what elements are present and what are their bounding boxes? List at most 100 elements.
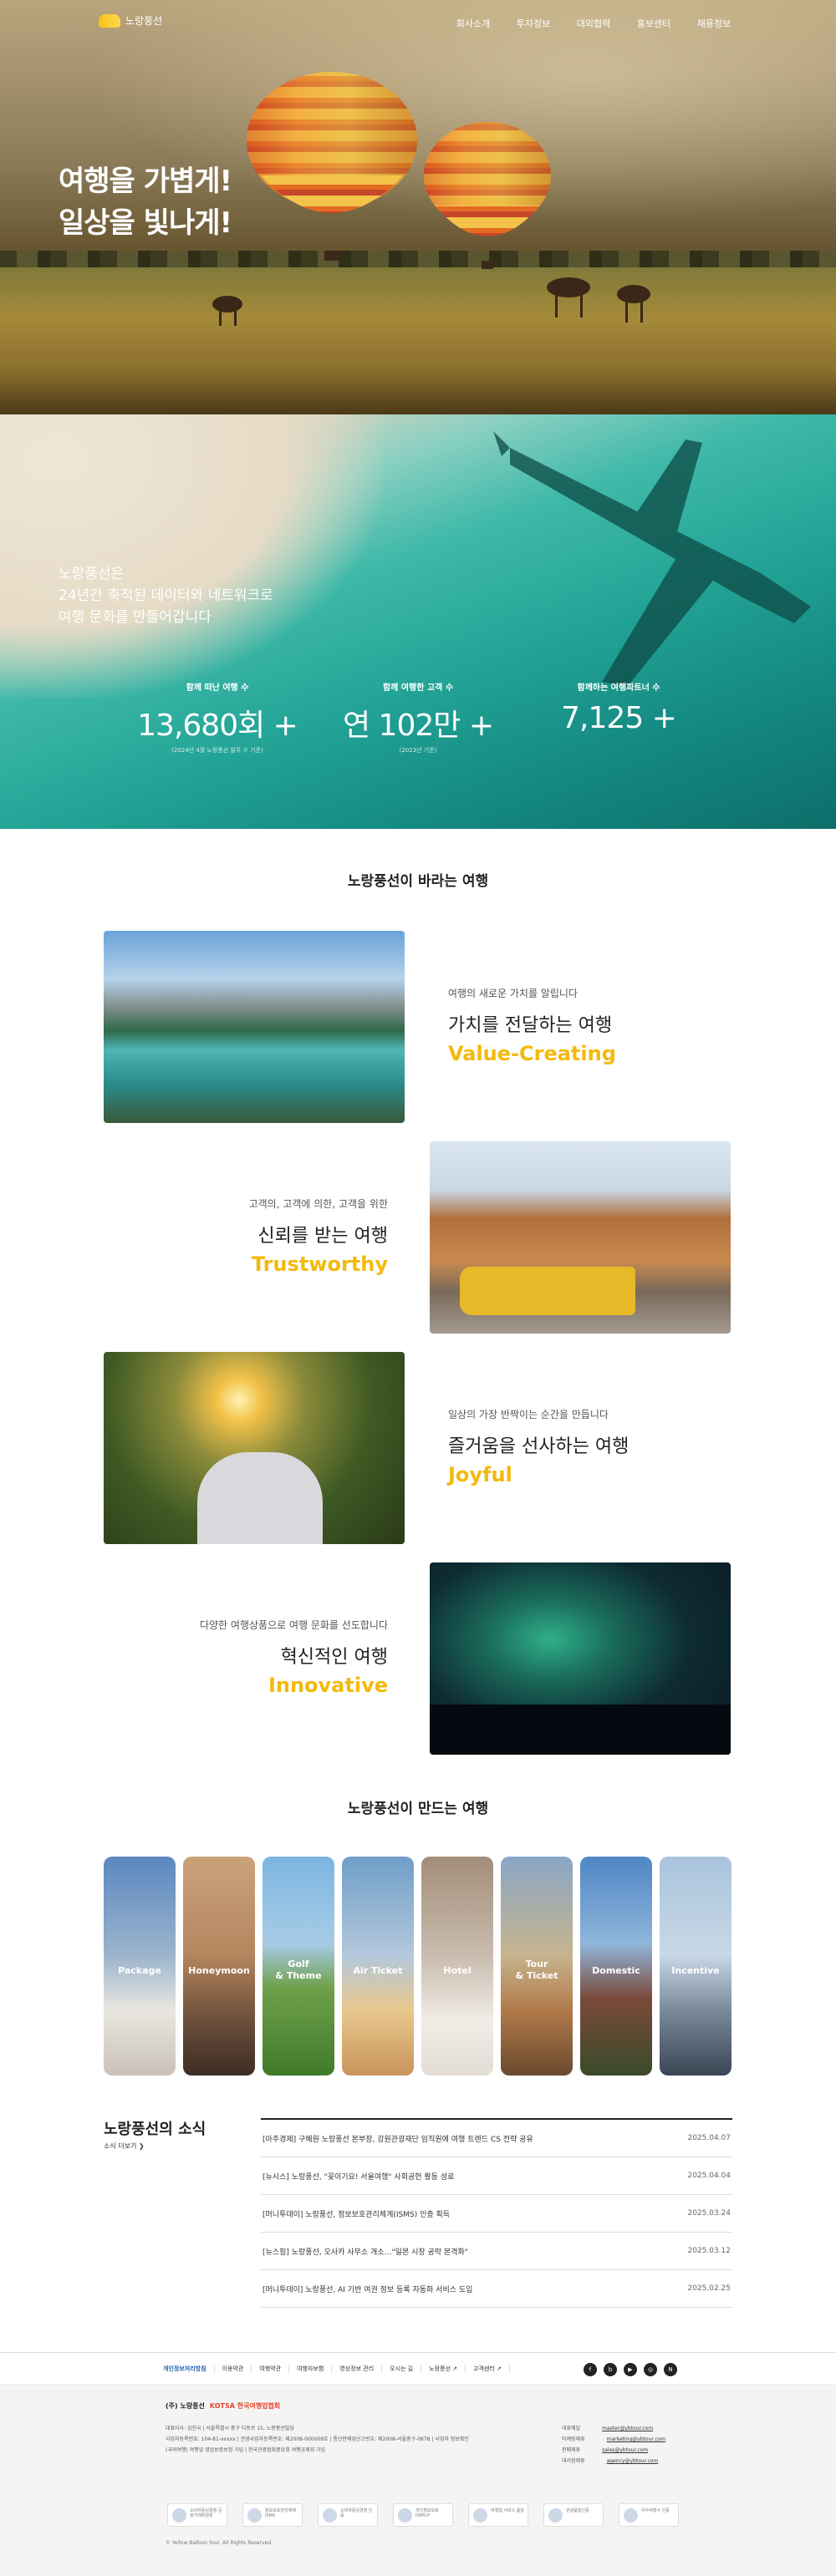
value-creating-image (104, 931, 405, 1123)
product-label: Tour & Ticket (515, 1959, 558, 1981)
contact-email[interactable]: agency@ybtour.com (607, 2456, 659, 2467)
contact-email[interactable]: sales@ybtour.com (602, 2445, 648, 2456)
value-subtitle: 다양한 여행상품으로 여행 문화를 선도합니다 (199, 1619, 388, 1631)
news-item[interactable]: [아주경제] 구혜원 노랑풍선 본부장, 강원관광재단 임직원에 여행 트렌드 … (261, 2120, 732, 2157)
contact-row: 대리점제휴 agency@ybtour.com (562, 2456, 665, 2467)
naver-icon[interactable]: N (664, 2363, 677, 2376)
stat-note: (2024년 4월 노랑풍선 발주 수 기준) (171, 747, 263, 754)
product-label: Domestic (592, 1965, 640, 1976)
nav-pr-center[interactable]: 홍보센터 (624, 17, 684, 30)
footer-links: 개인정보처리방침 이용약관 여행약관 여행자보험 영상정보 관리 오시는 길 노… (155, 2365, 510, 2373)
cert-seal-icon (548, 2508, 563, 2523)
footer-brand: (주) 노랑풍선 KOTSA 한국여행업협회 (166, 2401, 280, 2411)
news-item[interactable]: [머니투데이] 노랑풍선, AI 기반 여권 정보 등록 자동화 서비스 도입 2… (261, 2270, 732, 2308)
values-title: 노랑풍선이 바라는 여행 (347, 873, 489, 890)
value-creating-text: 여행의 새로운 가치를 알립니다 가치를 전달하는 여행 Value-Creat… (448, 986, 716, 1065)
footer-nav: 개인정보처리방침 이용약관 여행약관 여행자보험 영상정보 관리 오시는 길 노… (0, 2352, 836, 2385)
product-card-domestic[interactable]: Domestic (580, 1857, 652, 2076)
stats-intro-line: 노랑풍선은 (59, 566, 125, 582)
footer-link-directions[interactable]: 오시는 길 (382, 2365, 422, 2373)
value-subtitle: 일상의 가장 반짝이는 순간을 만듭니다 (448, 1409, 609, 1420)
stats-intro-line: 여행 문화를 만들어갑니다 (59, 609, 212, 626)
cert-label: 소비자중심경영 인증 (340, 2508, 373, 2518)
cert-seal-icon (624, 2508, 638, 2523)
news-more-link[interactable]: 소식 더보기 ❯ (104, 2142, 145, 2151)
cert-seal-icon (398, 2508, 412, 2523)
footer-link-privacy[interactable]: 개인정보처리방침 (155, 2365, 215, 2373)
news-date: 2025.03.12 (687, 2247, 731, 2255)
youtube-icon[interactable]: ▶ (624, 2363, 637, 2376)
nav-partnership[interactable]: 대외협력 (563, 17, 624, 30)
nav-about[interactable]: 회사소개 (443, 17, 503, 30)
product-card-hotel[interactable]: Hotel (421, 1857, 493, 2076)
instagram-icon[interactable]: ◎ (644, 2363, 657, 2376)
product-card-golf-theme[interactable]: Golf & Theme (263, 1857, 334, 2076)
stat-customers: 함께 여행한 고객 수 연 102만 + (2023년 기준) (318, 680, 518, 755)
facebook-icon[interactable]: f (584, 2363, 597, 2376)
stat-note: (2023년 기준) (399, 747, 437, 754)
contact-row: 마케팅제휴 marketing@ybtour.com (562, 2434, 665, 2445)
cert-label: 정보보호관리체계 ISMS (265, 2508, 296, 2518)
footer-link-terms[interactable]: 이용약관 (215, 2365, 252, 2373)
product-label: Hotel (443, 1965, 472, 1976)
hero-line-2: 일상을 빛나게! (59, 206, 232, 240)
products-title: 노랑풍선이 만드는 여행 (347, 1801, 489, 1817)
footer-company-name: (주) 노랑풍선 (166, 2402, 205, 2410)
innovative-aurora-image (430, 1562, 731, 1755)
stat-partners: 함께하는 여행파트너 수 7,125 + (518, 680, 719, 737)
value-title-en: Joyful (448, 1463, 512, 1486)
product-label: Honeymoon (188, 1965, 250, 1976)
contact-email[interactable]: master@ybtour.com (602, 2423, 653, 2434)
main-navigation: 회사소개 투자정보 대외협력 홍보센터 채용정보 (443, 17, 744, 30)
footer: (주) 노랑풍선 KOTSA 한국여행업협회 대표이사: 김진국 | 서울특별시 … (0, 2386, 836, 2576)
value-title-ko: 혁신적인 여행 (280, 1647, 388, 1668)
cert-label: 여행업 서비스 품질 (491, 2508, 524, 2513)
footer-info-line: 대표이사: 김진국 | 서울특별시 중구 다동로 15, 노랑풍선빌딩 (166, 2426, 294, 2431)
stat-value: 7,125 + (561, 701, 677, 735)
blog-icon[interactable]: b (604, 2363, 617, 2376)
value-title-ko: 가치를 전달하는 여행 (448, 1015, 613, 1036)
innovative-text: 다양한 여행상품으로 여행 문화를 선도합니다 혁신적인 여행 Innovati… (120, 1618, 388, 1697)
contact-label: 판매제휴 (562, 2447, 581, 2453)
footer-contacts: 대표메일 master@ybtour.com 마케팅제휴 marketing@ybt… (562, 2423, 665, 2467)
site-logo[interactable]: 노랑풍선 (99, 13, 162, 28)
trustworthy-text: 고객의, 고객에 의한, 고객을 위한 신뢰를 받는 여행 Trustworth… (120, 1197, 388, 1276)
woman-figure-shape (197, 1452, 323, 1544)
stat-label: 함께하는 여행파트너 수 (577, 683, 660, 693)
footer-link-video[interactable]: 영상정보 관리 (332, 2365, 383, 2373)
footer-link-customer-center[interactable]: 고객센터 ↗ (466, 2365, 510, 2373)
news-item[interactable]: [뉴스핌] 노랑풍선, 오사카 사무소 개소…"일본 시장 공략 본격화" 202… (261, 2233, 732, 2270)
news-headline: [뉴시스] 노랑풍선, "꽃이기요! 서울여행" 사회공헌 활동 성료 (263, 2172, 455, 2182)
contact-row: 판매제휴 sales@ybtour.com (562, 2445, 665, 2456)
news-item[interactable]: [뉴시스] 노랑풍선, "꽃이기요! 서울여행" 사회공헌 활동 성료 2025.… (261, 2157, 732, 2195)
product-card-package[interactable]: Package (104, 1857, 176, 2076)
stat-value: 13,680회 + (137, 709, 298, 743)
footer-company-info: 대표이사: 김진국 | 서울특별시 중구 다동로 15, 노랑풍선빌딩 사업자등… (166, 2423, 517, 2456)
value-title-en: Innovative (268, 1674, 388, 1697)
cert-badge: 관광품질인증 (543, 2503, 604, 2527)
nav-ir[interactable]: 투자정보 (503, 17, 563, 30)
footer-link-insurance[interactable]: 여행자보험 (289, 2365, 333, 2373)
stat-label: 함께 떠난 여행 수 (186, 683, 249, 693)
contact-email[interactable]: marketing@ybtour.com (607, 2434, 665, 2445)
stat-label: 함께 여행한 고객 수 (382, 683, 454, 693)
cert-seal-icon (473, 2508, 487, 2523)
hero-line-1: 여행을 가볍게! (59, 165, 232, 198)
product-card-tour-ticket[interactable]: Tour & Ticket (501, 1857, 573, 2076)
news-item[interactable]: [머니투데이] 노랑풍선, 정보보호관리체계(ISMS) 인증 획득 2025.0… (261, 2195, 732, 2233)
hero-headline: 여행을 가볍게! 일상을 빛나게! (59, 160, 232, 244)
cert-badge: 우수여행사 인증 (619, 2503, 679, 2527)
news-date: 2025.02.25 (687, 2284, 731, 2293)
news-date: 2025.04.04 (687, 2172, 731, 2180)
cert-label: 개인정보보호 ISMS-P (415, 2508, 439, 2518)
news-title: 노랑풍선의 소식 (104, 2121, 206, 2138)
kotsa-logo: KOTSA 한국여행업협회 (209, 2402, 281, 2410)
product-card-incentive[interactable]: Incentive (660, 1857, 732, 2076)
nav-careers[interactable]: 채용정보 (684, 17, 744, 30)
value-title-ko: 신뢰를 받는 여행 (257, 1226, 388, 1247)
product-card-air-ticket[interactable]: Air Ticket (342, 1857, 414, 2076)
footer-link-travel-terms[interactable]: 여행약관 (252, 2365, 290, 2373)
news-list: [아주경제] 구혜원 노랑풍선 본부장, 강원관광재단 임직원에 여행 트렌드 … (261, 2118, 732, 2308)
footer-link-ybtour[interactable]: 노랑풍선 ↗ (421, 2365, 466, 2373)
product-card-honeymoon[interactable]: Honeymoon (183, 1857, 255, 2076)
